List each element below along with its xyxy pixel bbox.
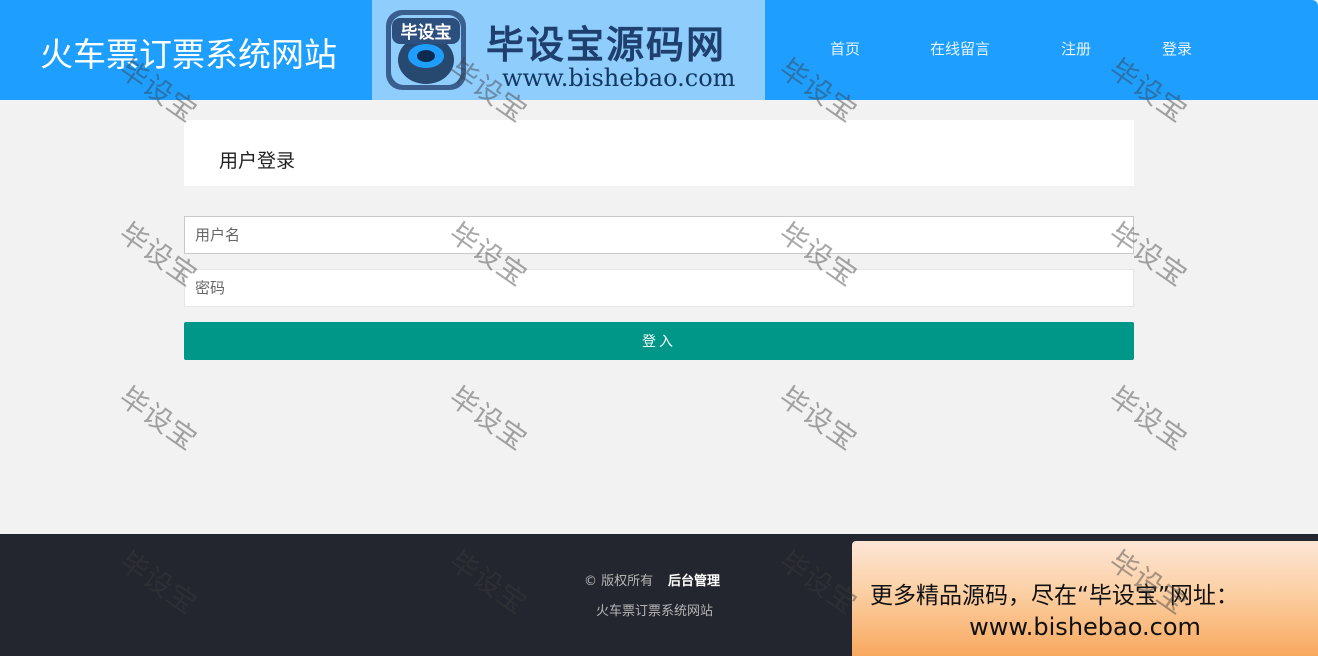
password-input[interactable] [184, 269, 1134, 307]
login-submit-button[interactable]: 登入 [184, 322, 1134, 360]
promo-banner: 更多精品源码，尽在“毕设宝”网址： www.bishebao.com [852, 541, 1318, 656]
login-title-box: 用户登录 [184, 120, 1134, 186]
nav-login[interactable]: 登录 [1162, 38, 1192, 59]
logo-url-text: www.bishebao.com [502, 64, 736, 92]
promo-url: www.bishebao.com [969, 613, 1201, 641]
site-header: 火车票订票系统网站 毕设宝 毕设宝源码网 www.bishebao.com 首页… [0, 0, 1318, 100]
watermark: 毕设宝 [773, 380, 864, 458]
username-input[interactable] [184, 216, 1134, 254]
watermark: 毕设宝 [443, 380, 534, 458]
copyright-text: © 版权所有 [584, 574, 654, 589]
watermark: 毕设宝 [113, 380, 204, 458]
footer-site-name: 火车票订票系统网站 [596, 604, 714, 619]
main-nav: 首页 在线留言 注册 登录 [0, 38, 1318, 62]
promo-text: 更多精品源码，尽在“毕设宝”网址： [870, 583, 1239, 609]
nav-home[interactable]: 首页 [830, 38, 860, 59]
admin-link[interactable]: 后台管理 [668, 570, 720, 589]
login-title: 用户登录 [219, 150, 296, 172]
watermark: 毕设宝 [1103, 380, 1194, 458]
nav-message[interactable]: 在线留言 [930, 38, 990, 59]
nav-register[interactable]: 注册 [1061, 38, 1091, 59]
